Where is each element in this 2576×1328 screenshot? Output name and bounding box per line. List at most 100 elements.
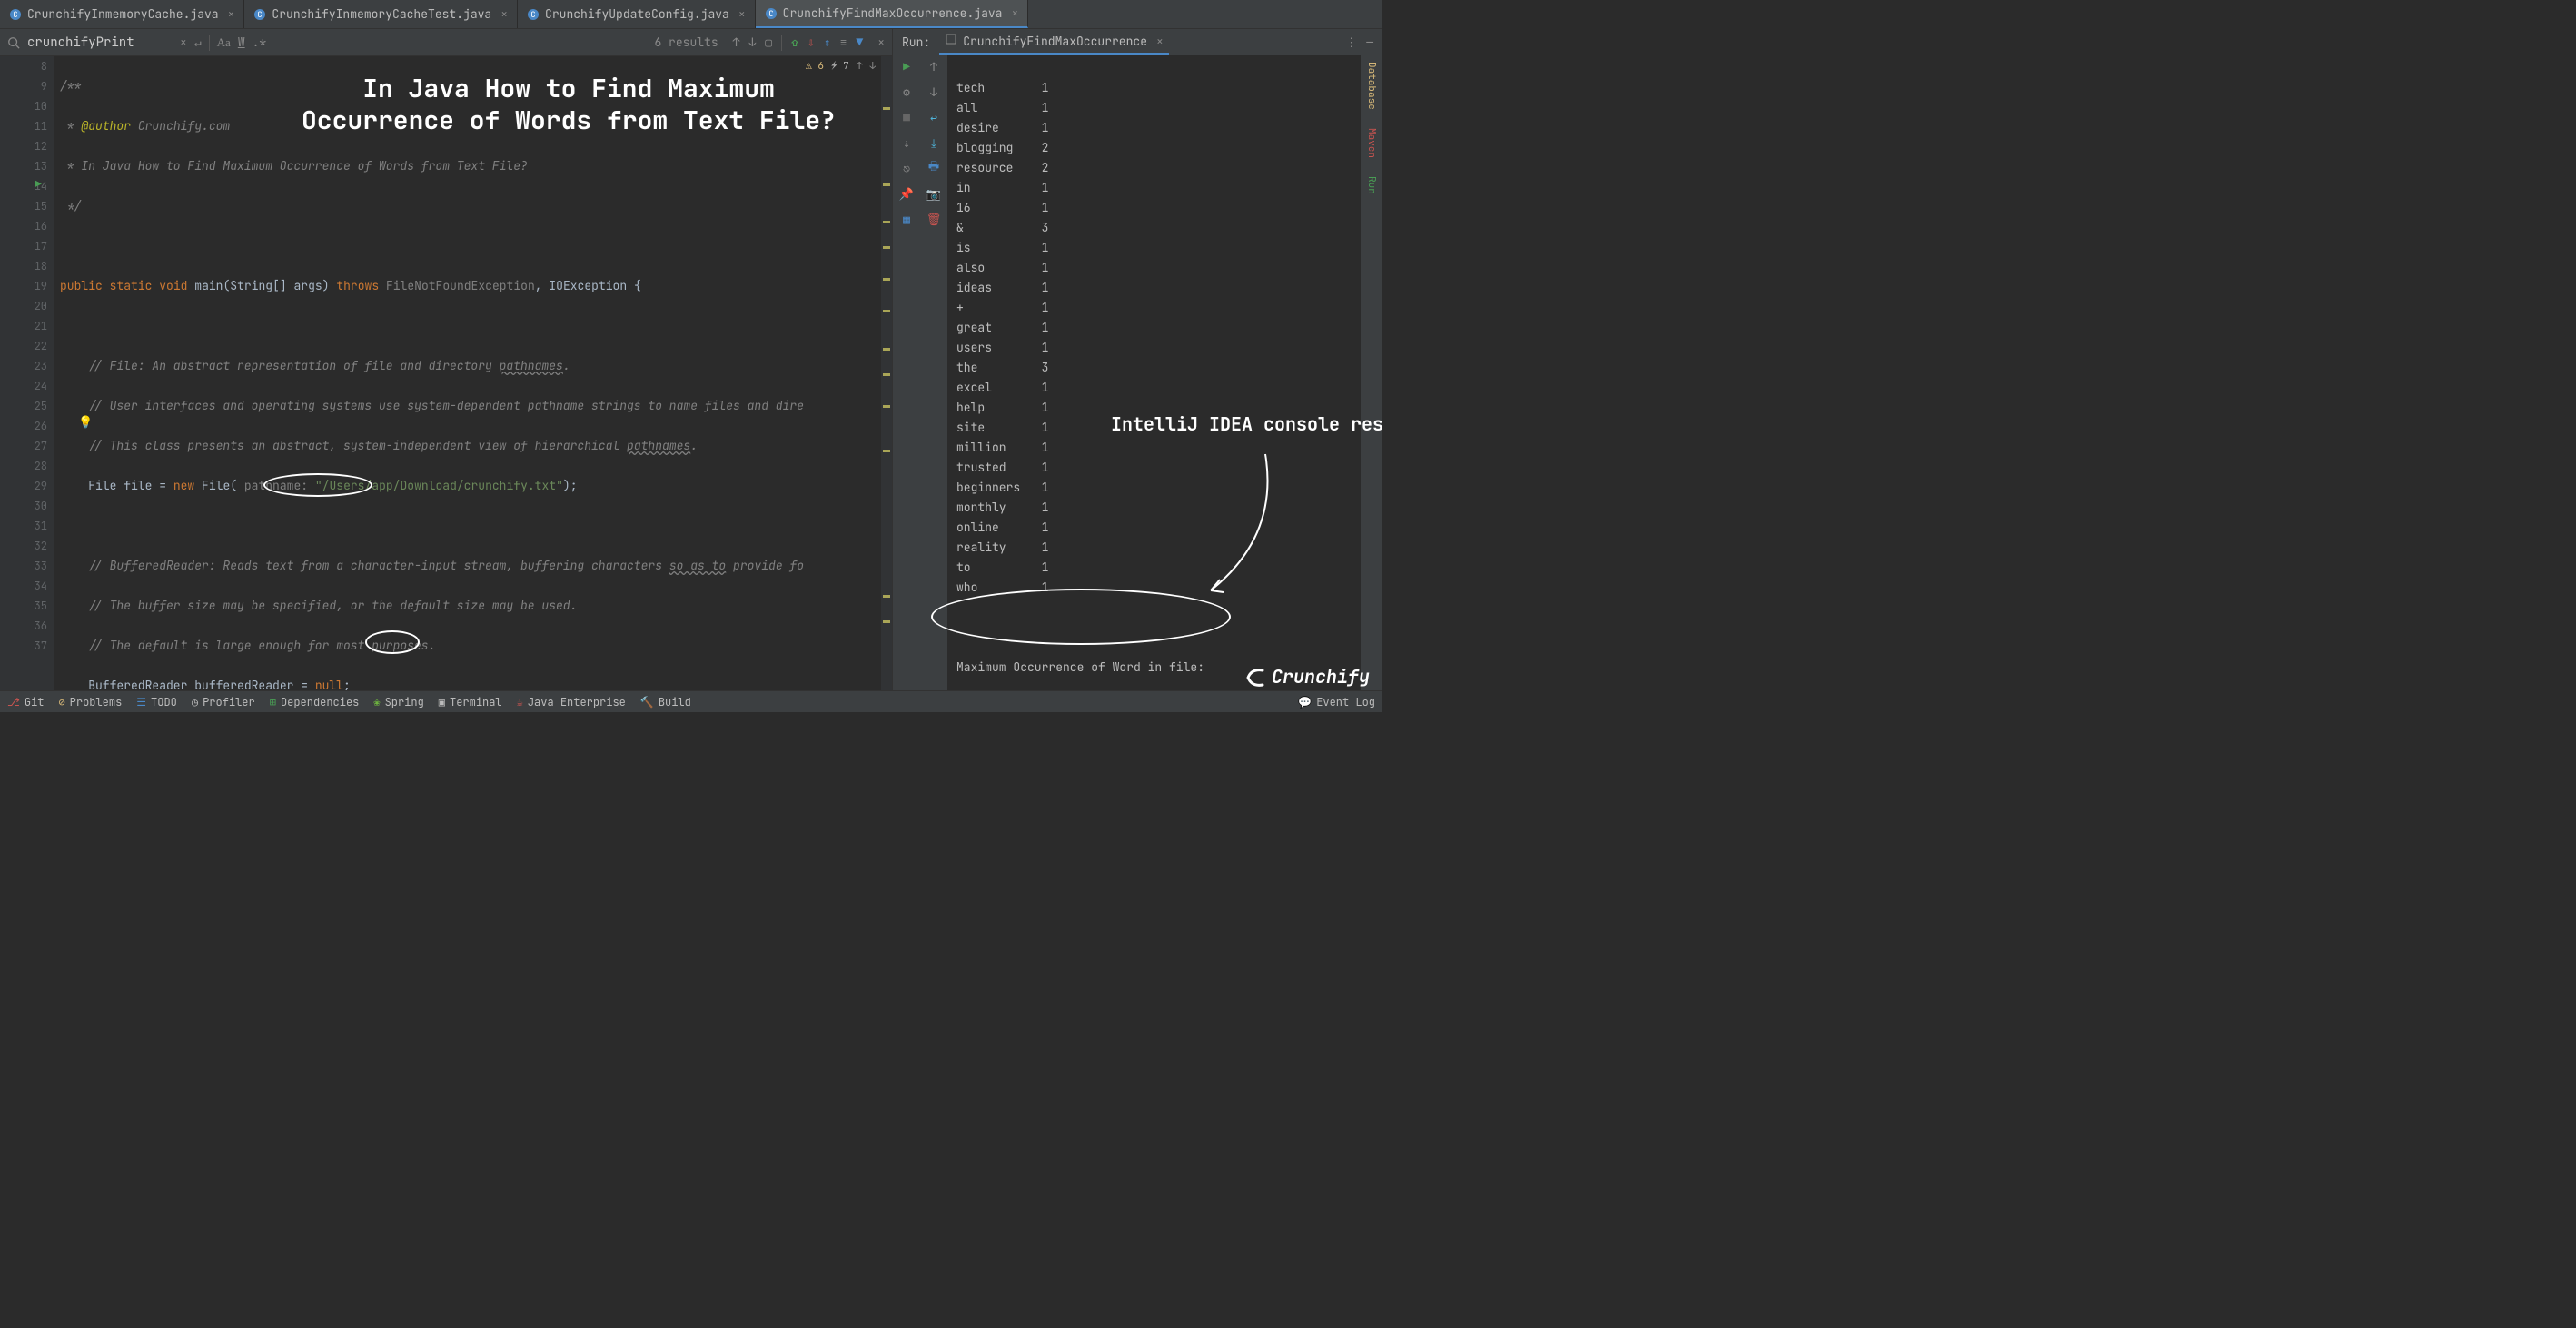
layout-icon[interactable]: ▦ [898,211,915,227]
console-line: trusted 1 [956,458,1352,478]
console-line: excel 1 [956,378,1352,398]
soft-wrap-icon[interactable]: ↩ [926,109,942,125]
code-text: so as to [669,558,726,573]
spring-status[interactable]: ❀Spring [373,695,423,709]
enter-icon[interactable]: ↵ [194,35,202,50]
clear-search-icon[interactable]: × [180,35,187,50]
code-text: "/Users/app/Download/crunchify.txt" [315,478,563,493]
code-text: // The default is large enough for most … [88,638,435,653]
database-tab[interactable]: Database [1365,62,1378,110]
select-all-icon[interactable]: ⇕ [824,35,831,50]
console-line: reality 1 [956,538,1352,558]
status-label: Problems [70,695,123,709]
exit-icon[interactable]: ⎋ [898,160,915,176]
line-gutter[interactable]: 8910111213141516171819202122232425262728… [0,56,54,690]
tab-inmemorycachetest[interactable]: C CrunchifyInmemoryCacheTest.java × [244,0,518,28]
build-status[interactable]: 🔨Build [640,695,691,709]
next-match-icon[interactable]: ↓ [748,35,756,50]
weak-count: 7 [843,60,849,73]
console-line: in 1 [956,178,1352,198]
tab-inmemorycache[interactable]: C CrunchifyInmemoryCache.java × [0,0,244,28]
problems-status[interactable]: ⊘Problems [58,695,122,709]
todo-status[interactable]: ☰TODO [136,695,177,709]
find-bar: × ↵ Aa W .* 6 results ↑ ↓ ▢ ⇧ ⇩ ⇕ ≡ ▼ [0,29,892,56]
rerun-icon[interactable]: ▶ [898,58,915,74]
code-text: BufferedReader [88,678,187,690]
screenshot-icon[interactable]: 📷 [926,185,942,202]
settings-icon[interactable]: ⋮ [1345,35,1357,50]
run-gutter-icon[interactable]: ▶ [35,176,42,192]
error-stripe[interactable] [881,56,892,690]
console-line: beginners 1 [956,478,1352,498]
code-text: pathnames [627,438,690,453]
terminal-status[interactable]: ▣Terminal [439,695,502,709]
right-tool-sidebar: Database Maven Run [1361,55,1382,690]
tab-findmaxoccurrence[interactable]: C CrunchifyFindMaxOccurrence.java × [756,0,1029,28]
search-result-count: 6 results [654,35,718,50]
status-label: Spring [385,695,424,709]
filter-icon[interactable]: ▼ [856,35,863,50]
search-icon[interactable] [7,36,20,49]
code-text: * [60,118,81,134]
remove-selection-icon[interactable]: ⇩ [807,35,815,50]
print-icon[interactable]: 🖶 [926,160,942,176]
settings-icon[interactable]: ⚙ [898,84,915,100]
regex-icon[interactable]: .* [253,35,267,50]
eventlog-status[interactable]: 💬Event Log [1298,695,1375,709]
close-icon[interactable]: × [500,6,508,22]
prev-match-icon[interactable]: ↑ [733,35,740,50]
run-tab-side[interactable]: Run [1365,176,1378,194]
console-line: & 3 [956,218,1352,238]
status-label: Event Log [1316,695,1375,709]
new-window-icon[interactable]: ▢ [765,35,772,50]
down-icon[interactable]: ↓ [926,84,942,100]
close-icon[interactable]: × [738,6,746,22]
add-selection-icon[interactable]: ⇧ [791,35,798,50]
tab-updateconfig[interactable]: C CrunchifyUpdateConfig.java × [518,0,756,28]
close-search-icon[interactable]: × [877,35,885,50]
code-text: provide fo [726,558,804,573]
git-status[interactable]: ⎇Git [7,695,44,709]
inspection-badges[interactable]: ⚠ 6 ⚡ 7 ↑ ↓ [806,60,876,73]
pin-icon[interactable]: 📌 [898,185,915,202]
run-console[interactable]: tech 1all 1desire 1blogging 2resource 2i… [947,55,1361,690]
code-text: IOException [549,278,627,293]
svg-text:C: C [530,9,535,20]
tab-label: CrunchifyInmemoryCache.java [27,6,219,22]
words-icon[interactable]: W [238,35,245,50]
profiler-status[interactable]: ◷Profiler [192,695,255,709]
minimize-icon[interactable]: — [1366,35,1373,50]
console-line: great 1 [956,318,1352,338]
status-label: Git [25,695,45,709]
dump-threads-icon[interactable]: ⇣ [898,134,915,151]
code-text: @author [81,118,131,134]
match-case-icon[interactable]: Aa [217,35,231,50]
close-icon[interactable]: × [1156,34,1164,49]
tab-label: CrunchifyFindMaxOccurrence.java [783,5,1003,21]
filter-layout-icon[interactable]: ≡ [840,35,847,50]
status-label: Build [659,695,691,709]
deps-status[interactable]: ⊞Dependencies [270,695,360,709]
scroll-end-icon[interactable]: ⤓ [926,134,942,151]
code-text: null [315,678,343,690]
search-input[interactable] [27,35,173,51]
code-text: // User interfaces and operating systems… [88,398,804,413]
run-tab[interactable]: CrunchifyFindMaxOccurrence × [939,29,1169,55]
up-icon[interactable]: ↑ [926,58,942,74]
intention-bulb-icon[interactable]: 💡 [78,414,93,430]
code-text: args [294,278,322,293]
stop-icon[interactable]: ■ [898,109,915,125]
code-text: void [159,278,187,293]
separator [781,35,782,51]
code-text: static [110,278,153,293]
maven-tab[interactable]: Maven [1365,128,1378,158]
code-editor[interactable]: /** * @author Crunchify.com * In Java Ho… [54,56,881,690]
je-status[interactable]: ☕Java Enterprise [517,695,626,709]
code-text: /** [60,78,81,94]
clear-icon[interactable]: 🗑 [926,211,942,227]
close-icon[interactable]: × [228,6,235,22]
close-icon[interactable]: × [1011,5,1018,21]
code-text: // BufferedReader: Reads text from a cha… [88,558,669,573]
console-line: site 1 [956,418,1352,438]
logo-text: Crunchify [1272,665,1370,689]
